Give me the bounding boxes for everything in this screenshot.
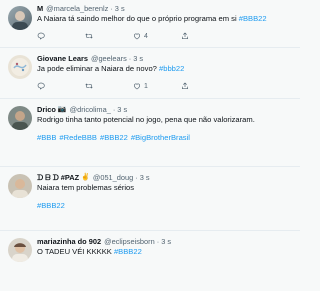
hashtag-link[interactable]: #bbb22 bbox=[159, 64, 184, 73]
separator: · bbox=[128, 54, 132, 63]
reply-button[interactable] bbox=[37, 32, 85, 40]
tweet[interactable]: mariazinha do 902 @eclipseisborn · 3 s O… bbox=[0, 231, 300, 291]
separator: · bbox=[135, 173, 138, 182]
tweet-header: mariazinha do 902 @eclipseisborn · 3 s bbox=[37, 237, 292, 247]
tweet-feed: M @marcela_berenlz · 3 s A Naiara tá sai… bbox=[0, 0, 300, 291]
tweet-text-body: Ja pode eliminar a Naiara de novo? bbox=[37, 64, 159, 73]
author-name[interactable]: Drico bbox=[37, 105, 56, 115]
retweet-button[interactable] bbox=[85, 32, 133, 40]
hashtag-link[interactable]: #BBB22 bbox=[37, 201, 65, 210]
author-name[interactable]: Giovane Lears bbox=[37, 54, 88, 64]
tweet-actions: 4 bbox=[37, 29, 292, 43]
hashtag-link[interactable]: #BBB bbox=[37, 133, 56, 142]
avatar[interactable] bbox=[8, 174, 32, 198]
peace-emoji-icon: ✌ bbox=[81, 174, 90, 181]
share-button[interactable] bbox=[181, 32, 229, 40]
separator: · bbox=[112, 105, 116, 114]
author-handle[interactable]: @marcela_berenlz bbox=[46, 4, 108, 14]
camera-emoji-icon: 📷 bbox=[57, 106, 67, 113]
tweet[interactable]: Giovane Lears @geelears · 3 s Ja pode el… bbox=[0, 48, 300, 99]
timestamp[interactable]: 3 s bbox=[161, 237, 171, 247]
tweet-text: Ja pode eliminar a Naiara de novo? #bbb2… bbox=[37, 64, 292, 74]
tweet-header: M @marcela_berenlz · 3 s bbox=[37, 4, 292, 14]
tweet[interactable]: M @marcela_berenlz · 3 s A Naiara tá sai… bbox=[0, 0, 300, 48]
avatar[interactable] bbox=[8, 238, 32, 262]
like-count: 4 bbox=[144, 32, 148, 40]
avatar[interactable] bbox=[8, 106, 32, 130]
separator: · bbox=[110, 4, 113, 13]
tweet-header: Giovane Lears @geelears · 3 s bbox=[37, 54, 292, 64]
author-name[interactable]: ᗪ ᗷ ᗪ #PAZ bbox=[37, 173, 79, 183]
timestamp[interactable]: 3 s bbox=[133, 54, 143, 64]
tweet-text: O TADEU VÉI KKKKK #BBB22 bbox=[37, 247, 292, 257]
reply-icon bbox=[37, 82, 45, 90]
tweet-text: Naiara tem problemas sérios bbox=[37, 183, 135, 192]
tweet[interactable]: ᗪ ᗷ ᗪ #PAZ ✌ @051_doug · 3 s Naiara tem … bbox=[0, 167, 300, 231]
tweet-text: A Naiara tá saindo melhor do que o própr… bbox=[37, 14, 292, 24]
tweet-text-body: O TADEU VÉI KKKKK bbox=[37, 247, 114, 256]
tweet[interactable]: Drico 📷 @dricolima_ · 3 s Rodrigo tinha … bbox=[0, 99, 300, 167]
hashtag-list: #BBB #RedeBBB #BBB22 #BigBrotherBrasil bbox=[37, 133, 292, 143]
reply-icon bbox=[37, 32, 45, 40]
separator: · bbox=[156, 237, 160, 246]
like-icon bbox=[133, 83, 141, 90]
like-icon bbox=[133, 33, 141, 40]
tweet-header: ᗪ ᗷ ᗪ #PAZ ✌ @051_doug · 3 s bbox=[37, 173, 292, 183]
timestamp[interactable]: 3 s bbox=[117, 105, 127, 115]
hashtag-link[interactable]: #BigBrotherBrasil bbox=[131, 133, 190, 142]
author-handle[interactable]: @geelears bbox=[91, 54, 127, 64]
hashtag-list: #BBB22 bbox=[37, 201, 292, 211]
author-name[interactable]: M bbox=[37, 4, 43, 14]
tweet-header: Drico 📷 @dricolima_ · 3 s bbox=[37, 105, 292, 115]
tweet-text-body: A Naiara tá saindo melhor do que o própr… bbox=[37, 14, 239, 23]
author-handle[interactable]: @eclipseisborn bbox=[104, 237, 155, 247]
avatar[interactable] bbox=[8, 55, 32, 79]
tweet-actions: 1 bbox=[37, 79, 292, 93]
author-handle[interactable]: @dricolima_ bbox=[70, 105, 111, 115]
timestamp[interactable]: 3 s bbox=[140, 173, 150, 183]
retweet-button[interactable] bbox=[85, 82, 133, 90]
avatar[interactable] bbox=[8, 6, 32, 30]
hashtag-link[interactable]: #BBB22 bbox=[100, 133, 128, 142]
share-icon bbox=[182, 32, 188, 39]
share-button[interactable] bbox=[181, 82, 229, 90]
hashtag-link[interactable]: #BBB22 bbox=[239, 14, 267, 23]
share-icon bbox=[182, 82, 188, 89]
retweet-icon bbox=[85, 83, 93, 89]
hashtag-link[interactable]: #BBB22 bbox=[114, 247, 142, 256]
tweet-text: Rodrigo tinha tanto potencial no jogo, p… bbox=[37, 115, 255, 124]
reply-button[interactable] bbox=[37, 82, 85, 90]
author-handle[interactable]: @051_doug bbox=[93, 173, 133, 183]
like-count: 1 bbox=[144, 82, 148, 90]
timestamp[interactable]: 3 s bbox=[115, 4, 125, 14]
retweet-icon bbox=[85, 33, 93, 39]
like-button[interactable]: 1 bbox=[133, 82, 181, 90]
author-name[interactable]: mariazinha do 902 bbox=[37, 237, 101, 247]
like-button[interactable]: 4 bbox=[133, 32, 181, 40]
hashtag-link[interactable]: #RedeBBB bbox=[59, 133, 97, 142]
